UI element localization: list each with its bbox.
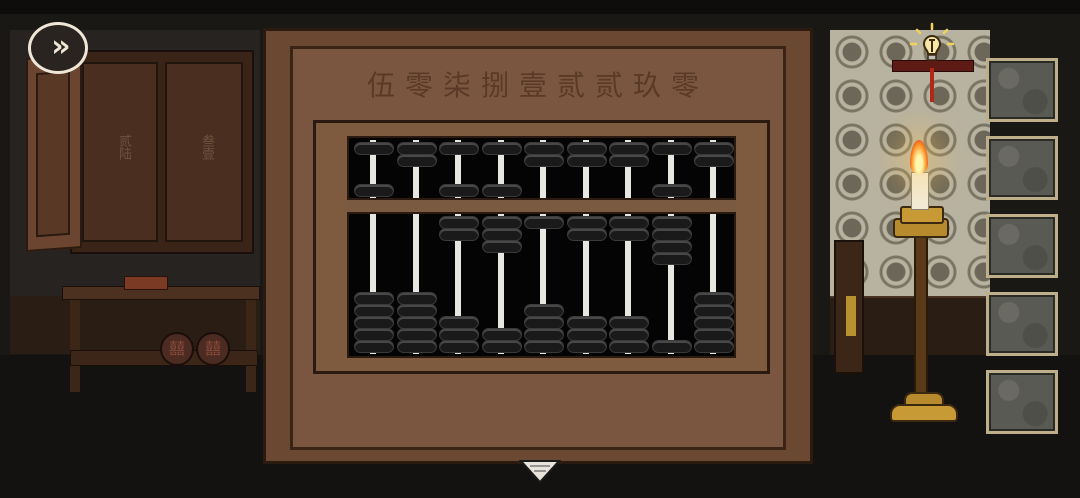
abacus-bead[interactable]: [354, 184, 394, 197]
top-bar: [0, 0, 1080, 14]
abacus-bead[interactable]: [651, 142, 692, 155]
inventory-slot-5[interactable]: [986, 370, 1058, 434]
candle[interactable]: [911, 172, 929, 210]
abacus-bead[interactable]: [524, 154, 564, 167]
ornament-right[interactable]: 囍: [196, 332, 230, 366]
abacus-bead[interactable]: [481, 142, 522, 155]
abacus-bead[interactable]: [481, 184, 522, 197]
shelf-leg: [246, 296, 256, 392]
abacus-bead[interactable]: [439, 340, 479, 353]
abacus-bead[interactable]: [354, 340, 394, 353]
lightbulb-hint-icon[interactable]: [908, 22, 956, 70]
abacus-bead[interactable]: [694, 154, 734, 167]
ornament-left[interactable]: 囍: [160, 332, 194, 366]
code-text: 伍零柒捌壹贰贰玖零: [366, 69, 709, 102]
inventory-slot-1[interactable]: [986, 58, 1058, 122]
abacus-bead[interactable]: [354, 142, 394, 155]
abacus-bead[interactable]: [566, 340, 607, 353]
cabinet-door-left[interactable]: 贰陆: [82, 62, 158, 242]
abacus-bead[interactable]: [396, 154, 437, 167]
abacus-bead[interactable]: [651, 340, 692, 353]
abacus-bead[interactable]: [566, 228, 607, 241]
small-red-box[interactable]: [124, 276, 168, 290]
abacus-bead[interactable]: [396, 340, 437, 353]
abacus-bead[interactable]: [651, 252, 692, 265]
candle-stand-base: [890, 404, 958, 422]
abacus-bead[interactable]: [439, 184, 479, 197]
abacus-beam: [347, 198, 736, 214]
abacus-bead[interactable]: [439, 228, 479, 241]
abacus-bead[interactable]: [694, 340, 734, 353]
cabinet-label-left: 贰陆: [116, 134, 131, 160]
red-tassel: [930, 68, 934, 102]
cabinet-open-door-panel: [36, 70, 70, 238]
candle-stand-pole: [914, 235, 928, 410]
abacus-bead[interactable]: [481, 240, 522, 253]
close-panel-arrow-icon[interactable]: [518, 458, 562, 486]
chest-latch[interactable]: [846, 296, 856, 336]
cabinet-label-right: 叁壹: [199, 134, 214, 160]
inventory-slot-3[interactable]: [986, 214, 1058, 278]
abacus-bead[interactable]: [609, 228, 649, 241]
inventory-slot-4[interactable]: [986, 292, 1058, 356]
fast-forward-button[interactable]: »: [28, 22, 88, 74]
cabinet-door-right[interactable]: 叁壹: [165, 62, 243, 242]
abacus-bead[interactable]: [439, 142, 479, 155]
abacus-bead[interactable]: [481, 340, 522, 353]
inventory-slot-2[interactable]: [986, 136, 1058, 200]
shelf-leg: [70, 296, 80, 392]
abacus-bead[interactable]: [609, 154, 649, 167]
abacus-bead[interactable]: [524, 216, 564, 229]
abacus-bead[interactable]: [524, 340, 564, 353]
abacus-bead[interactable]: [609, 340, 649, 353]
abacus-bead[interactable]: [651, 184, 692, 197]
abacus-bead[interactable]: [566, 154, 607, 167]
